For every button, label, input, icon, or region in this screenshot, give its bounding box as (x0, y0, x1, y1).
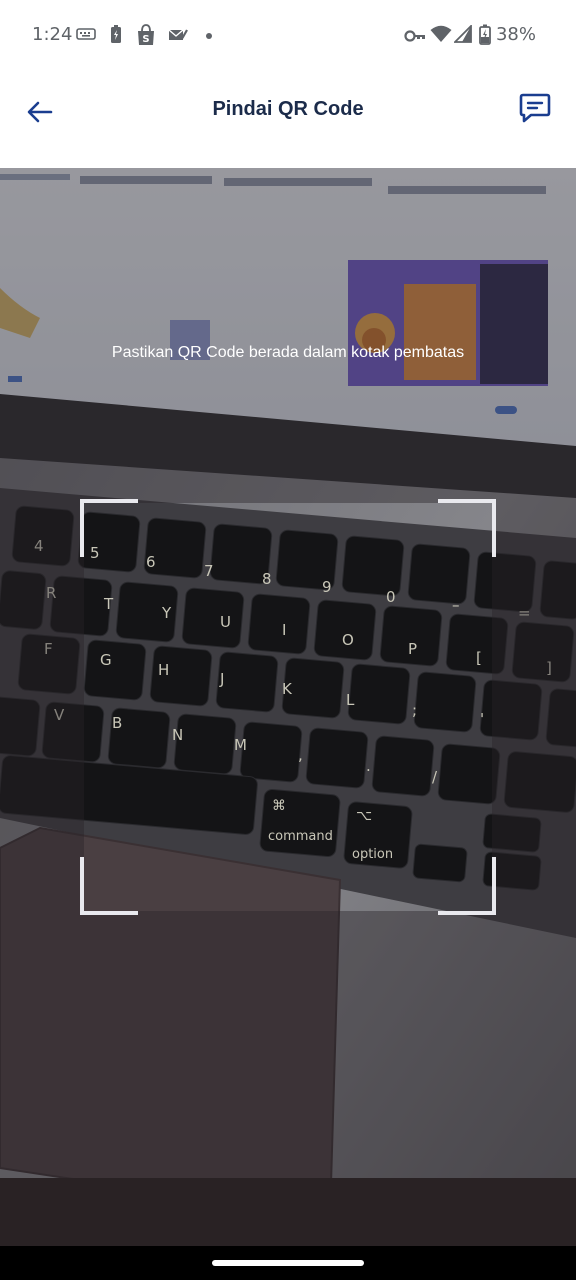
status-bar: 1:24 S 38% (0, 0, 576, 70)
cellular-signal-icon (454, 25, 472, 43)
wifi-icon (430, 25, 452, 42)
svg-text:S: S (142, 34, 149, 45)
shopee-icon: S (138, 24, 154, 45)
battery-percentage: 38% (495, 24, 536, 45)
camera-viewfinder: 456 789 0– = RTY UIO P[] FGH JKL ; ' VBN M… (0, 168, 576, 1246)
navigation-bar (0, 1246, 576, 1280)
frame-corner-top-left (80, 499, 138, 557)
frame-corner-top-right (438, 499, 496, 557)
chat-button[interactable] (508, 84, 562, 132)
overlay-left (0, 503, 84, 911)
vpn-key-icon (404, 30, 425, 42)
app-bar: Pindai QR Code (0, 70, 576, 168)
battery-saver-icon (111, 25, 121, 43)
keyboard-icon (76, 28, 96, 40)
battery-charging-icon (479, 24, 491, 45)
frame-corner-bottom-left (80, 857, 138, 915)
overlay-right (492, 503, 576, 911)
scan-instruction: Pastikan QR Code berada dalam kotak pemb… (111, 344, 465, 361)
overlay-top (0, 168, 576, 503)
frame-corner-bottom-right (438, 857, 496, 915)
home-indicator[interactable] (212, 1260, 364, 1266)
chat-icon (519, 93, 551, 123)
dot-icon (206, 33, 212, 39)
mail-check-icon (168, 29, 188, 40)
page-title: Pindai QR Code (212, 98, 364, 120)
status-time: 1:24 (32, 24, 73, 45)
overlay-bottom (0, 911, 576, 1246)
scan-frame (80, 499, 496, 915)
